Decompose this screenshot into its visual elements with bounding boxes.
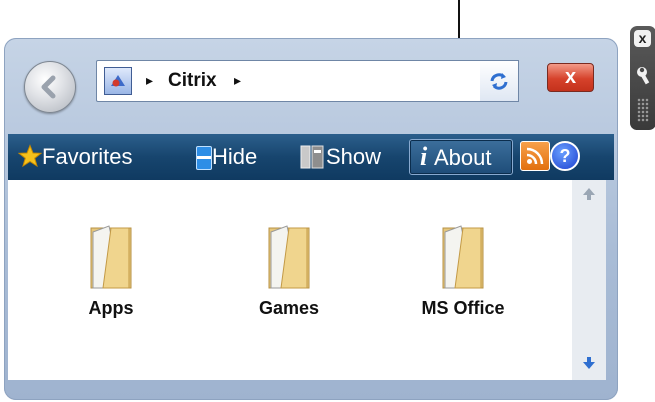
arrow-up-icon[interactable] bbox=[581, 186, 597, 202]
breadcrumb-citrix[interactable]: Citrix bbox=[168, 70, 217, 92]
help-button[interactable]: ? bbox=[550, 141, 580, 171]
breadcrumb-separator[interactable]: ▸ bbox=[234, 72, 241, 89]
hide-button[interactable]: Hide bbox=[212, 144, 257, 170]
info-icon: i bbox=[420, 142, 428, 171]
gadget-side-toolbar: x bbox=[630, 26, 655, 130]
refresh-icon bbox=[490, 73, 508, 90]
folder-games[interactable]: Games bbox=[244, 222, 334, 319]
side-close-button[interactable]: x bbox=[634, 30, 651, 47]
hide-icon[interactable] bbox=[196, 146, 212, 170]
back-button[interactable] bbox=[24, 61, 76, 113]
star-icon[interactable] bbox=[18, 144, 42, 168]
show-button[interactable]: Show bbox=[326, 144, 381, 170]
folder-view: Apps Games MS Office bbox=[8, 180, 572, 380]
vertical-scrollbar[interactable] bbox=[572, 180, 606, 380]
about-label: About bbox=[434, 145, 492, 170]
close-button[interactable]: x bbox=[547, 63, 594, 92]
gadget-window: ▸ Citrix ▸ x Favorites Hide Show i About bbox=[4, 38, 618, 400]
grip-icon[interactable] bbox=[637, 98, 649, 122]
rss-icon bbox=[526, 147, 544, 165]
wrench-icon[interactable] bbox=[635, 66, 651, 86]
favorites-button[interactable]: Favorites bbox=[42, 144, 132, 170]
back-arrow-icon bbox=[41, 75, 56, 99]
rss-button[interactable] bbox=[520, 141, 550, 171]
breadcrumb-separator[interactable]: ▸ bbox=[146, 72, 153, 89]
toolbar: Favorites Hide Show i About ? bbox=[8, 134, 614, 180]
folder-apps[interactable]: Apps bbox=[66, 222, 156, 319]
folder-location-icon bbox=[104, 67, 132, 95]
folder-icon bbox=[442, 225, 484, 289]
folder-label: Games bbox=[258, 298, 320, 318]
refresh-button[interactable] bbox=[480, 60, 519, 102]
about-button[interactable]: i About bbox=[409, 139, 513, 175]
folder-ms-office[interactable]: MS Office bbox=[418, 222, 508, 319]
arrow-down-icon[interactable] bbox=[581, 355, 597, 371]
show-icon[interactable] bbox=[300, 144, 324, 170]
folder-icon bbox=[90, 225, 132, 289]
folder-label: Apps bbox=[88, 298, 134, 318]
address-bar[interactable]: ▸ Citrix ▸ bbox=[96, 60, 482, 102]
folder-icon bbox=[268, 225, 310, 289]
folder-label: MS Office bbox=[421, 298, 505, 318]
